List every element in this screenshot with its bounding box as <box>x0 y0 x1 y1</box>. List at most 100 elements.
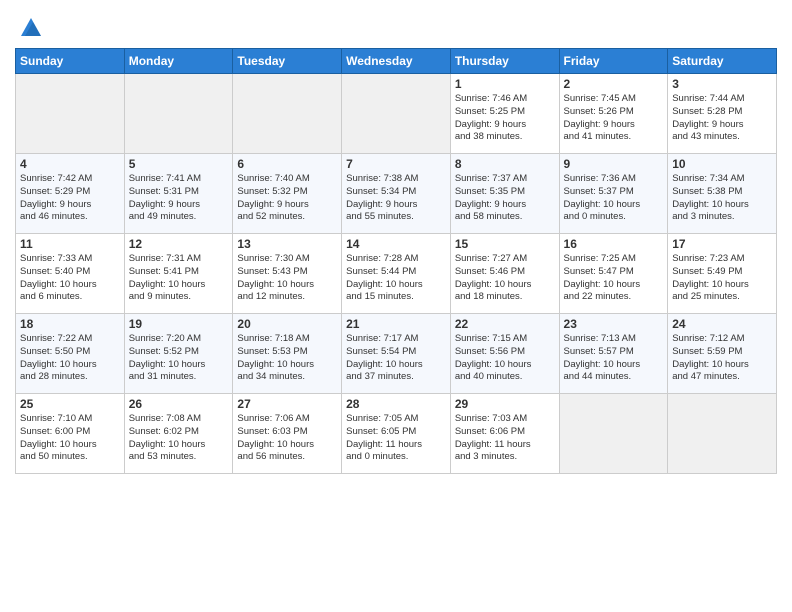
day-info: Sunrise: 7:18 AM Sunset: 5:53 PM Dayligh… <box>237 333 337 384</box>
calendar-cell: 13Sunrise: 7:30 AM Sunset: 5:43 PM Dayli… <box>233 234 342 314</box>
calendar-cell: 12 Sunrise: 7:31 AM Sunset: 5:41 PM Dayli… <box>124 234 233 314</box>
day-number: 5 <box>129 157 229 171</box>
calendar-table: SundayMondayTuesdayWednesdayThursdayFrid… <box>15 48 777 474</box>
day-info: Sunrise: 7:41 AM Sunset: 5:31 PM Dayligh… <box>129 173 229 224</box>
weekday-header-monday: Monday <box>124 49 233 74</box>
day-info: Sunrise: 7:31 AM Sunset: 5:41 PM Dayligh… <box>129 253 229 304</box>
day-info: Sunrise: 7:03 AM Sunset: 6:06 PM Dayligh… <box>455 413 555 464</box>
day-info: Sunrise: 7:23 AM Sunset: 5:49 PM Dayligh… <box>672 253 772 304</box>
calendar-cell: 17 Sunrise: 7:23 AM Sunset: 5:49 PM Dayli… <box>668 234 777 314</box>
calendar-cell: 22Sunrise: 7:15 AM Sunset: 5:56 PM Dayli… <box>450 314 559 394</box>
calendar-cell: 20 Sunrise: 7:18 AM Sunset: 5:53 PM Dayli… <box>233 314 342 394</box>
day-number: 28 <box>346 397 446 411</box>
calendar-cell <box>124 74 233 154</box>
calendar-cell: 10 Sunrise: 7:34 AM Sunset: 5:38 PM Dayli… <box>668 154 777 234</box>
day-info: Sunrise: 7:46 AM Sunset: 5:25 PM Dayligh… <box>455 93 555 144</box>
day-number: 2 <box>564 77 664 91</box>
calendar-cell: 19 Sunrise: 7:20 AM Sunset: 5:52 PM Dayli… <box>124 314 233 394</box>
calendar-week-5: 25 Sunrise: 7:10 AM Sunset: 6:00 PM Dayli… <box>16 394 777 474</box>
calendar-cell: 24 Sunrise: 7:12 AM Sunset: 5:59 PM Dayli… <box>668 314 777 394</box>
calendar-cell: 26Sunrise: 7:08 AM Sunset: 6:02 PM Dayli… <box>124 394 233 474</box>
calendar-cell: 28 Sunrise: 7:05 AM Sunset: 6:05 PM Dayli… <box>342 394 451 474</box>
calendar-cell: 8 Sunrise: 7:37 AM Sunset: 5:35 PM Daylig… <box>450 154 559 234</box>
day-number: 15 <box>455 237 555 251</box>
calendar-cell: 29 Sunrise: 7:03 AM Sunset: 6:06 PM Dayli… <box>450 394 559 474</box>
calendar-cell: 7Sunrise: 7:38 AM Sunset: 5:34 PM Daylig… <box>342 154 451 234</box>
calendar-cell <box>668 394 777 474</box>
day-number: 8 <box>455 157 555 171</box>
day-number: 16 <box>564 237 664 251</box>
calendar-cell: 14 Sunrise: 7:28 AM Sunset: 5:44 PM Dayli… <box>342 234 451 314</box>
day-info: Sunrise: 7:28 AM Sunset: 5:44 PM Dayligh… <box>346 253 446 304</box>
calendar-cell: 9 Sunrise: 7:36 AM Sunset: 5:37 PM Daylig… <box>559 154 668 234</box>
weekday-header-thursday: Thursday <box>450 49 559 74</box>
calendar-cell: 11Sunrise: 7:33 AM Sunset: 5:40 PM Dayli… <box>16 234 125 314</box>
logo <box>15 14 45 42</box>
day-number: 12 <box>129 237 229 251</box>
day-info: Sunrise: 7:13 AM Sunset: 5:57 PM Dayligh… <box>564 333 664 384</box>
day-info: Sunrise: 7:10 AM Sunset: 6:00 PM Dayligh… <box>20 413 120 464</box>
day-number: 11 <box>20 237 120 251</box>
header <box>15 10 777 42</box>
calendar-cell <box>233 74 342 154</box>
page-container: SundayMondayTuesdayWednesdayThursdayFrid… <box>0 0 792 484</box>
logo-icon <box>17 14 45 42</box>
calendar-cell <box>16 74 125 154</box>
day-number: 24 <box>672 317 772 331</box>
calendar-cell: 6 Sunrise: 7:40 AM Sunset: 5:32 PM Daylig… <box>233 154 342 234</box>
day-info: Sunrise: 7:12 AM Sunset: 5:59 PM Dayligh… <box>672 333 772 384</box>
calendar-cell: 21 Sunrise: 7:17 AM Sunset: 5:54 PM Dayli… <box>342 314 451 394</box>
day-number: 19 <box>129 317 229 331</box>
day-number: 26 <box>129 397 229 411</box>
weekday-header-row: SundayMondayTuesdayWednesdayThursdayFrid… <box>16 49 777 74</box>
day-number: 21 <box>346 317 446 331</box>
calendar-week-2: 4 Sunrise: 7:42 AM Sunset: 5:29 PM Daylig… <box>16 154 777 234</box>
day-number: 9 <box>564 157 664 171</box>
calendar-week-3: 11Sunrise: 7:33 AM Sunset: 5:40 PM Dayli… <box>16 234 777 314</box>
calendar-cell: 3 Sunrise: 7:44 AM Sunset: 5:28 PM Daylig… <box>668 74 777 154</box>
day-number: 25 <box>20 397 120 411</box>
day-number: 17 <box>672 237 772 251</box>
day-info: Sunrise: 7:36 AM Sunset: 5:37 PM Dayligh… <box>564 173 664 224</box>
day-info: Sunrise: 7:34 AM Sunset: 5:38 PM Dayligh… <box>672 173 772 224</box>
calendar-cell: 23 Sunrise: 7:13 AM Sunset: 5:57 PM Dayli… <box>559 314 668 394</box>
day-info: Sunrise: 7:38 AM Sunset: 5:34 PM Dayligh… <box>346 173 446 224</box>
calendar-cell: 27 Sunrise: 7:06 AM Sunset: 6:03 PM Dayli… <box>233 394 342 474</box>
day-number: 23 <box>564 317 664 331</box>
calendar-cell: 15 Sunrise: 7:27 AM Sunset: 5:46 PM Dayli… <box>450 234 559 314</box>
day-info: Sunrise: 7:25 AM Sunset: 5:47 PM Dayligh… <box>564 253 664 304</box>
calendar-week-1: 1 Sunrise: 7:46 AM Sunset: 5:25 PM Daylig… <box>16 74 777 154</box>
day-info: Sunrise: 7:30 AM Sunset: 5:43 PM Dayligh… <box>237 253 337 304</box>
day-info: Sunrise: 7:20 AM Sunset: 5:52 PM Dayligh… <box>129 333 229 384</box>
day-number: 4 <box>20 157 120 171</box>
day-info: Sunrise: 7:05 AM Sunset: 6:05 PM Dayligh… <box>346 413 446 464</box>
day-info: Sunrise: 7:06 AM Sunset: 6:03 PM Dayligh… <box>237 413 337 464</box>
day-info: Sunrise: 7:44 AM Sunset: 5:28 PM Dayligh… <box>672 93 772 144</box>
day-info: Sunrise: 7:37 AM Sunset: 5:35 PM Dayligh… <box>455 173 555 224</box>
calendar-cell: 25 Sunrise: 7:10 AM Sunset: 6:00 PM Dayli… <box>16 394 125 474</box>
day-info: Sunrise: 7:17 AM Sunset: 5:54 PM Dayligh… <box>346 333 446 384</box>
day-info: Sunrise: 7:22 AM Sunset: 5:50 PM Dayligh… <box>20 333 120 384</box>
calendar-cell <box>559 394 668 474</box>
day-info: Sunrise: 7:45 AM Sunset: 5:26 PM Dayligh… <box>564 93 664 144</box>
weekday-header-friday: Friday <box>559 49 668 74</box>
day-number: 20 <box>237 317 337 331</box>
calendar-cell: 1 Sunrise: 7:46 AM Sunset: 5:25 PM Daylig… <box>450 74 559 154</box>
day-number: 10 <box>672 157 772 171</box>
calendar-cell: 18 Sunrise: 7:22 AM Sunset: 5:50 PM Dayli… <box>16 314 125 394</box>
day-number: 1 <box>455 77 555 91</box>
day-number: 27 <box>237 397 337 411</box>
day-number: 18 <box>20 317 120 331</box>
day-info: Sunrise: 7:42 AM Sunset: 5:29 PM Dayligh… <box>20 173 120 224</box>
calendar-cell: 4 Sunrise: 7:42 AM Sunset: 5:29 PM Daylig… <box>16 154 125 234</box>
day-number: 14 <box>346 237 446 251</box>
calendar-cell: 16 Sunrise: 7:25 AM Sunset: 5:47 PM Dayli… <box>559 234 668 314</box>
day-info: Sunrise: 7:27 AM Sunset: 5:46 PM Dayligh… <box>455 253 555 304</box>
day-number: 29 <box>455 397 555 411</box>
day-number: 22 <box>455 317 555 331</box>
day-number: 6 <box>237 157 337 171</box>
calendar-cell <box>342 74 451 154</box>
day-info: Sunrise: 7:40 AM Sunset: 5:32 PM Dayligh… <box>237 173 337 224</box>
day-number: 3 <box>672 77 772 91</box>
weekday-header-tuesday: Tuesday <box>233 49 342 74</box>
